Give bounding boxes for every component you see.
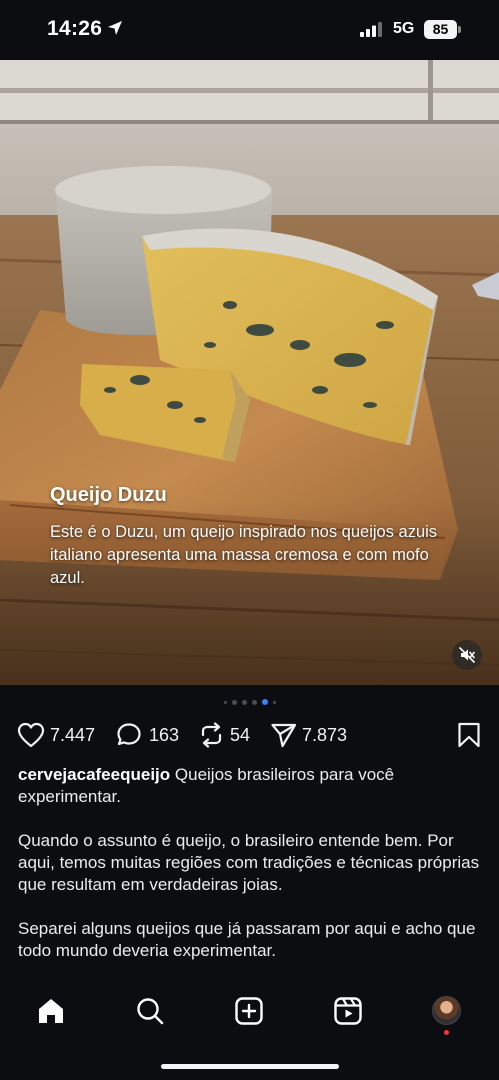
share-count: 7.873: [302, 725, 348, 745]
notification-dot: [444, 1030, 449, 1035]
post-actions: 7.447 163 54 7.873: [0, 720, 499, 752]
username[interactable]: cervejacafeequeijo: [18, 765, 170, 784]
network-type: 5G: [393, 20, 415, 37]
post-media[interactable]: Queijo Duzu Este é o Duzu, um queijo ins…: [0, 60, 499, 685]
carousel-dot: [251, 699, 257, 705]
like-count: 7.447: [50, 725, 96, 745]
nav-profile[interactable]: [430, 994, 464, 1035]
battery-icon: 85: [424, 20, 461, 39]
nav-create[interactable]: [232, 994, 266, 1028]
caption-body: Este é o Duzu, um queijo inspirado nos q…: [50, 523, 438, 587]
carousel-dot: [241, 699, 247, 705]
description-paragraph: Separei alguns queijos que já passaram p…: [18, 919, 476, 960]
send-icon: [271, 723, 297, 748]
comment-count: 163: [149, 725, 180, 745]
bookmark-icon: [458, 722, 480, 748]
location-arrow-icon: [108, 21, 122, 35]
home-icon: [39, 999, 63, 1023]
carousel-dot: [223, 700, 227, 704]
description-paragraph: cervejacafeequeijo Queijos brasileiros p…: [18, 764, 483, 808]
carousel-dot: [272, 700, 276, 704]
carousel-dot: [231, 699, 237, 705]
volume-muted-icon: [459, 647, 475, 663]
status-bar: 14:26 5G 85: [0, 0, 499, 60]
nav-reels[interactable]: [331, 994, 365, 1028]
status-time: 14:26: [47, 17, 103, 40]
caption-title: Queijo Duzu: [50, 484, 167, 506]
create-icon: [235, 997, 263, 1025]
signal-icon: [360, 22, 382, 37]
mute-button[interactable]: [452, 640, 482, 670]
description-paragraph: Quando o assunto é queijo, o brasileiro …: [18, 831, 480, 894]
comment-icon: [117, 723, 141, 746]
heart-icon: [17, 722, 45, 748]
reels-icon: [334, 997, 362, 1025]
repost-count: 54: [230, 725, 251, 745]
nav-search[interactable]: [133, 994, 167, 1028]
post-description: cervejacafeequeijo Queijos brasileiros p…: [18, 764, 483, 984]
repost-icon: [201, 722, 222, 748]
profile-avatar: [432, 996, 461, 1025]
home-indicator[interactable]: [161, 1064, 339, 1069]
search-icon: [137, 998, 164, 1025]
carousel-dot-active: [261, 699, 268, 705]
carousel-indicator: [0, 699, 499, 707]
battery-level: 85: [424, 20, 457, 39]
nav-home[interactable]: [34, 994, 68, 1028]
